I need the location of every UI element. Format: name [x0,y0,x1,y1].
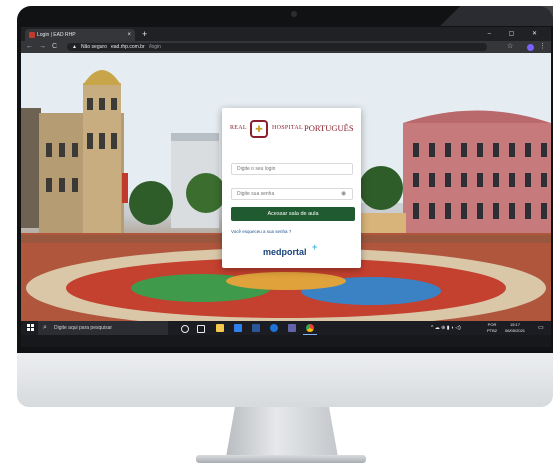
clock[interactable]: 15:17 06/05/2021 [505,322,525,334]
taskbar: ⌕ Digite aqui para pesquisar ^ ☁ ⊕ ▮ ◖ ◁… [21,321,551,335]
clock-date: 06/05/2021 [505,328,526,333]
monitor-stand [226,407,338,457]
favicon-icon [29,32,35,38]
chrome-icon[interactable] [306,324,314,332]
browser-tab[interactable]: Login | EAD RHP × [25,29,135,41]
windows-icon[interactable] [27,324,34,331]
crest-icon: ✚ [250,120,268,138]
teams-icon[interactable] [288,324,296,332]
logo-text-left: REAL [230,125,247,131]
profile-avatar[interactable] [527,44,534,51]
password-field[interactable] [231,188,353,200]
back-button[interactable]: ← [26,41,33,53]
tab-strip: Login | EAD RHP × + – ▢ ✕ [21,27,551,41]
search-icon: ⌕ [43,324,47,331]
task-view-icon[interactable] [197,325,205,333]
address-bar-row: ← → C ▲ Não seguro ead.rhp.com.br /login… [21,41,551,53]
mail-icon[interactable] [234,324,242,332]
system-tray[interactable]: ^ ☁ ⊕ ▮ ◖ ◁) [431,321,461,335]
medportal-logo: medportal [263,247,307,257]
security-label: Não seguro [81,44,107,50]
file-explorer-icon[interactable] [216,324,224,332]
word-icon[interactable] [252,324,260,332]
tab-title: Login | EAD RHP [37,32,76,38]
keyboard-layout: PTB2 [487,328,498,333]
url-field[interactable]: ▲ Não seguro ead.rhp.com.br /login [67,43,487,51]
monitor-base [196,455,366,463]
search-placeholder: Digite aqui para pesquisar [54,325,113,331]
eye-icon[interactable]: ◉ [341,188,346,200]
url-path: /login [149,44,161,50]
edge-icon[interactable] [270,324,278,332]
hospital-logo: REAL ✚ HOSPITAL PORTUGUÊS [222,120,361,140]
reload-button[interactable]: C [52,41,57,53]
logo-text-name: PORTUGUÊS [304,123,354,133]
language-indicator[interactable]: POR PTB2 [487,322,497,334]
notification-icon[interactable]: ▭ [538,321,544,335]
login-card: REAL ✚ HOSPITAL PORTUGUÊS ◉ Acessar sala… [222,108,361,268]
tab-close-icon[interactable]: × [127,29,131,41]
browser-menu-icon[interactable]: ⋮ [539,41,546,53]
webcam [291,11,297,17]
login-field[interactable] [231,163,353,175]
access-classroom-button[interactable]: Acessar sala de aula [231,207,355,221]
medportal-plus-icon: + [312,242,318,252]
monitor-chin [17,353,553,407]
new-tab-button[interactable]: + [142,28,147,40]
screen: Login | EAD RHP × + – ▢ ✕ ← → C ▲ Não se… [21,27,551,347]
forward-button[interactable]: → [39,41,46,53]
taskbar-search-box[interactable]: ⌕ Digite aqui para pesquisar [38,321,168,335]
lock-icon[interactable]: ▲ [72,43,77,51]
star-icon[interactable]: ☆ [507,41,513,53]
window-controls[interactable]: – ▢ ✕ [488,27,545,41]
forgot-password-link[interactable]: Você esqueceu a sua senha ? [231,229,291,234]
logo-text-hospital: HOSPITAL [272,125,303,131]
url-domain: ead.rhp.com.br [111,44,145,50]
cortana-icon[interactable] [181,325,189,333]
screen-bottom-edge [21,335,551,347]
